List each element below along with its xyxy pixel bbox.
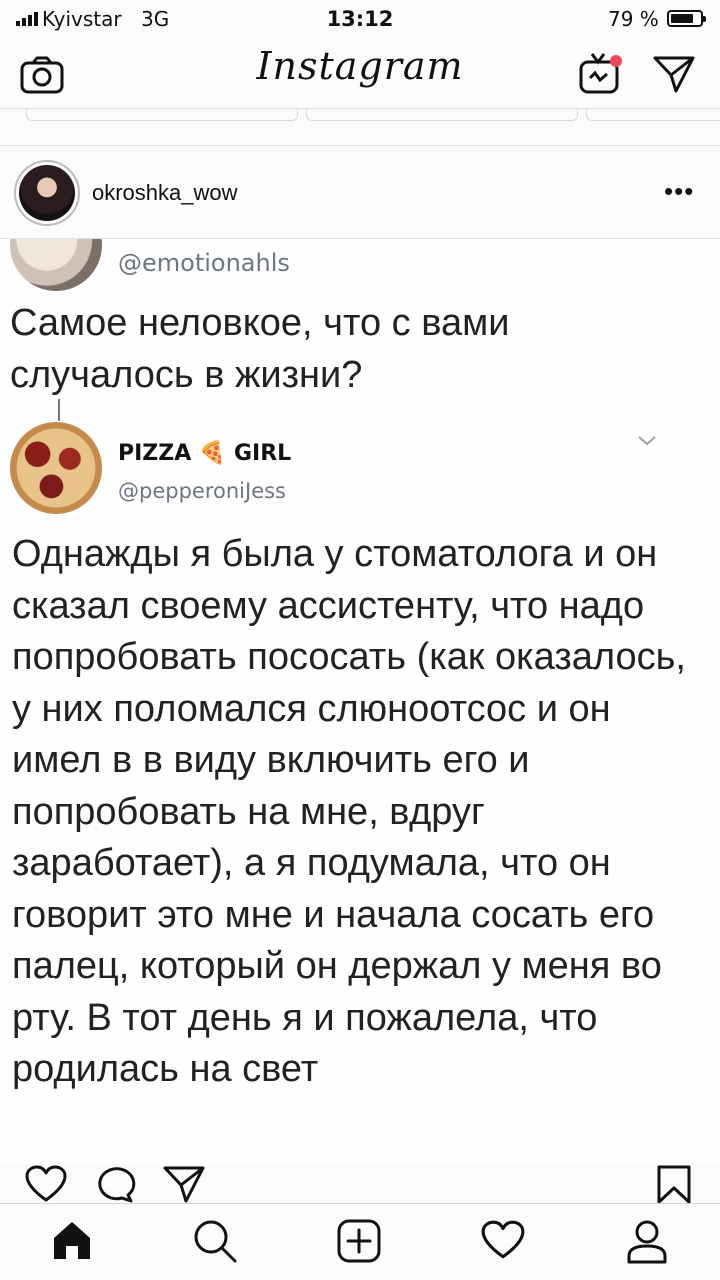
tweet-avatar [10, 239, 102, 291]
chevron-down-icon [636, 434, 658, 453]
tweet-text: Самое неловкое, что с вами случалось в ж… [10, 302, 510, 396]
status-bar: Kyivstar 3G 13:12 79 % [0, 0, 720, 38]
tweet-handle: @emotionahls [118, 249, 290, 277]
post-username[interactable]: okroshka_wow [92, 180, 238, 206]
tweet-text: Однажды я была у стоматолога и он сказал… [12, 533, 686, 1090]
profile-icon[interactable] [624, 1218, 670, 1269]
new-post-icon[interactable] [336, 1218, 382, 1269]
avatar[interactable] [14, 160, 80, 226]
direct-message-icon[interactable] [652, 54, 696, 99]
divider [0, 145, 720, 146]
tweet-handle: @pepperoniJess [118, 479, 286, 503]
post-actions [0, 1164, 720, 1204]
post-image[interactable]: @emotionahls Самое неловкое, что с вами … [0, 239, 720, 1164]
battery-icon [667, 10, 706, 27]
activity-icon[interactable] [480, 1218, 526, 1267]
app-header: Instagram [0, 38, 720, 110]
tab-bar [0, 1204, 720, 1280]
thread-line [58, 399, 60, 421]
stories-tray [0, 108, 720, 131]
search-icon[interactable] [192, 1218, 238, 1269]
home-icon[interactable] [50, 1218, 94, 1267]
tweet-avatar [10, 422, 102, 514]
more-options-button[interactable]: ••• [664, 176, 694, 207]
battery-percent: 79 % [608, 7, 659, 31]
igtv-icon[interactable] [578, 50, 624, 101]
post-header: okroshka_wow ••• [0, 148, 720, 238]
tweet-author-name: PIZZA 🍕 GIRL [118, 441, 292, 466]
